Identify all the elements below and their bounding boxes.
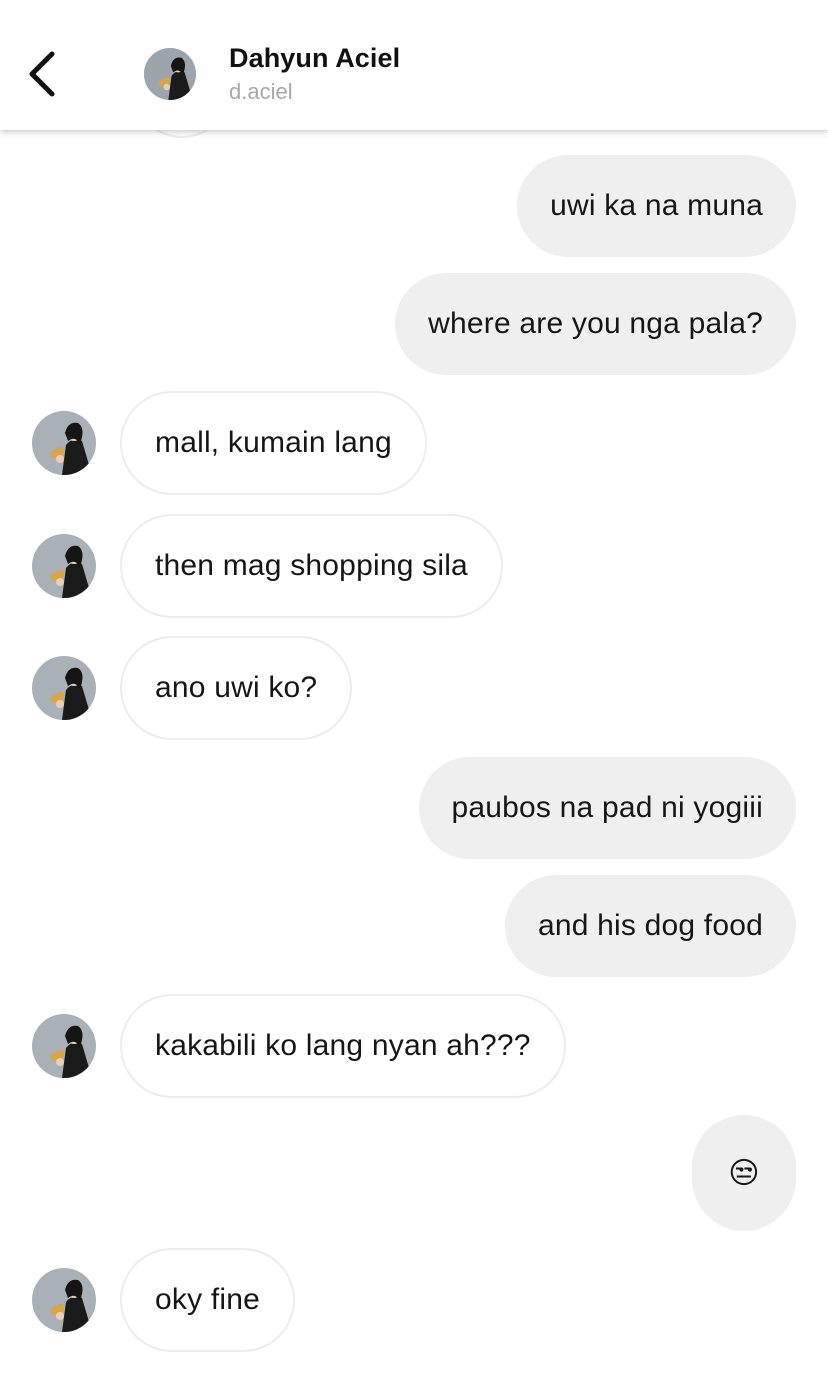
sent-message[interactable]: uwi ka na muna (517, 155, 796, 257)
chat-header: Dahyun Aciel d.aciel (0, 0, 828, 130)
received-message[interactable]: then mag shopping sila (120, 514, 503, 618)
received-message[interactable]: ano uwi ko? (120, 636, 353, 740)
contact-avatar[interactable] (32, 1268, 96, 1332)
contact-avatar[interactable] (32, 1014, 96, 1078)
received-message[interactable]: oky fine (120, 1248, 295, 1352)
back-button[interactable] (22, 46, 66, 102)
contact-name[interactable]: Dahyun Aciel (229, 43, 400, 74)
contact-handle: d.aciel (229, 79, 293, 104)
header-avatar[interactable] (144, 48, 196, 100)
received-message[interactable]: mall, kumain lang (120, 391, 427, 495)
sent-message[interactable]: paubos na pad ni yogiii (418, 757, 796, 859)
sent-emoji-message[interactable]: 😒 (692, 1115, 796, 1231)
contact-avatar[interactable] (32, 411, 96, 475)
chat-screen: Dahyun Aciel d.aciel uwi ka na muna wher… (0, 0, 828, 1375)
sent-message[interactable]: where are you nga pala? (395, 273, 796, 375)
chevron-left-icon (29, 51, 55, 97)
contact-avatar[interactable] (32, 534, 96, 598)
received-message[interactable]: kakabili ko lang nyan ah??? (120, 994, 566, 1098)
contact-avatar[interactable] (32, 656, 96, 720)
sent-message[interactable]: and his dog food (504, 875, 796, 977)
